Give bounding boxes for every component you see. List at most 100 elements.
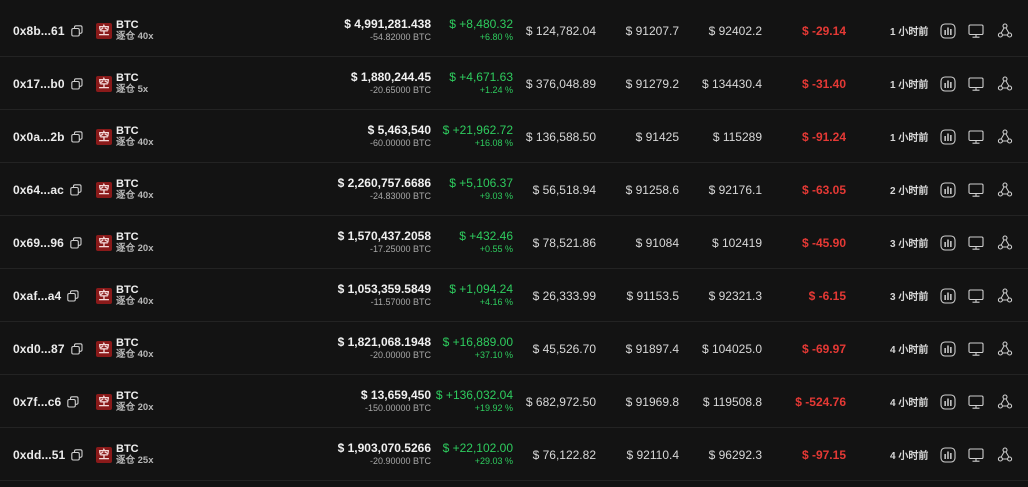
pnl-percentage: +19.92 % — [474, 402, 513, 413]
position-row: 0x64...ac 空 BTC 逐仓 40x $ 2,260,757.6686 … — [0, 163, 1028, 216]
share-icon[interactable] — [995, 4, 1015, 57]
coin-cell: 空 BTC 逐仓 40x — [96, 269, 216, 322]
coin-cell: 空 BTC 逐仓 20x — [96, 216, 216, 269]
entry-price: $ 91207.7 — [625, 23, 679, 38]
entry-price: $ 92110.4 — [626, 447, 680, 462]
position-value: $ 2,260,757.6686 — [337, 175, 431, 190]
share-icon[interactable] — [995, 216, 1015, 269]
funding-fee: $ -69.97 — [801, 341, 846, 356]
address-cell: 0xaf...a4 — [13, 269, 93, 322]
liquidation-price: $ 119508.8 — [702, 394, 762, 409]
liquidation-price: $ 96292.3 — [708, 447, 762, 462]
wallet-address-link[interactable]: 0x8b...61 — [13, 24, 65, 38]
positions-table: 0x8b...61 空 BTC 逐仓 40x $ 4,991,281.438 -… — [0, 0, 1028, 487]
position-value: $ 1,570,437.2058 — [337, 228, 431, 243]
copy-icon[interactable] — [70, 130, 83, 143]
position-value-cell: $ 1,903,070.5266 -20.90000 BTC — [231, 428, 431, 481]
funding-fee: $ -97.15 — [801, 447, 846, 462]
bar-chart-icon[interactable] — [938, 216, 958, 269]
monitor-icon[interactable] — [966, 163, 986, 216]
monitor-icon[interactable] — [966, 322, 986, 375]
monitor-icon[interactable] — [966, 216, 986, 269]
wallet-address-link[interactable]: 0x64...ac — [13, 183, 64, 197]
share-icon[interactable] — [995, 428, 1015, 481]
funding-fee: $ -31.40 — [801, 76, 846, 91]
bar-chart-icon[interactable] — [938, 110, 958, 163]
pnl-cell: $ +4,671.63 +1.24 % — [423, 57, 513, 110]
funding-fee: $ -29.14 — [801, 23, 846, 38]
position-size: -24.83000 BTC — [369, 190, 431, 201]
monitor-icon[interactable] — [966, 110, 986, 163]
bar-chart-icon[interactable] — [938, 375, 958, 428]
copy-icon[interactable] — [70, 342, 83, 355]
unrealized-pnl: $ +4,671.63 — [449, 69, 513, 84]
copy-icon[interactable] — [70, 236, 82, 249]
short-badge-icon: 空 — [96, 181, 112, 198]
funding-fee: $ -45.90 — [801, 235, 846, 250]
share-icon[interactable] — [995, 375, 1015, 428]
position-size: -20.90000 BTC — [369, 455, 431, 466]
share-icon[interactable] — [995, 322, 1015, 375]
coin-cell: 空 BTC 逐仓 25x — [96, 428, 216, 481]
pnl-percentage: +6.80 % — [479, 31, 513, 42]
unrealized-pnl: $ +136,032.04 — [435, 387, 513, 402]
monitor-icon[interactable] — [966, 57, 986, 110]
coin-cell: 空 BTC 逐仓 5x — [96, 57, 216, 110]
short-badge-icon: 空 — [96, 128, 112, 145]
open-time: 1 小时前 — [890, 27, 929, 38]
short-badge-icon: 空 — [96, 393, 112, 410]
copy-icon[interactable] — [70, 77, 83, 90]
wallet-address-link[interactable]: 0x69...96 — [13, 236, 64, 250]
position-size: -11.57000 BTC — [370, 296, 431, 307]
monitor-icon[interactable] — [966, 375, 986, 428]
position-row: 0x8b...61 空 BTC 逐仓 40x $ 4,991,281.438 -… — [0, 4, 1028, 57]
wallet-address-link[interactable]: 0xdd...51 — [13, 448, 65, 462]
bar-chart-icon[interactable] — [938, 428, 958, 481]
monitor-icon[interactable] — [966, 428, 986, 481]
coin-symbol: BTC — [116, 389, 139, 402]
short-badge-icon: 空 — [96, 75, 112, 92]
copy-icon[interactable] — [67, 289, 79, 302]
monitor-icon[interactable] — [966, 269, 986, 322]
bar-chart-icon[interactable] — [938, 163, 958, 216]
copy-icon[interactable] — [70, 24, 83, 37]
copy-icon[interactable] — [71, 448, 83, 461]
wallet-address-link[interactable]: 0xaf...a4 — [13, 289, 61, 303]
coin-symbol: BTC — [116, 336, 139, 349]
share-icon[interactable] — [995, 57, 1015, 110]
margin-mode-leverage: 逐仓 5x — [116, 83, 149, 95]
unrealized-pnl: $ +8,480.32 — [449, 16, 513, 31]
bar-chart-icon[interactable] — [938, 57, 958, 110]
coin-symbol: BTC — [116, 442, 139, 455]
funding-fee: $ -91.24 — [801, 129, 846, 144]
entry-price: $ 91258.6 — [625, 182, 679, 197]
monitor-icon[interactable] — [966, 4, 986, 57]
bar-chart-icon[interactable] — [938, 269, 958, 322]
coin-symbol: BTC — [116, 18, 139, 31]
share-icon[interactable] — [995, 163, 1015, 216]
address-cell: 0x8b...61 — [13, 4, 93, 57]
open-time: 3 小时前 — [890, 292, 929, 303]
position-row: 0x17...b0 空 BTC 逐仓 5x $ 1,880,244.45 -20… — [0, 57, 1028, 110]
bar-chart-icon[interactable] — [938, 322, 958, 375]
wallet-address-link[interactable]: 0x17...b0 — [13, 77, 65, 91]
pnl-cell: $ +5,106.37 +9.03 % — [423, 163, 513, 216]
share-icon[interactable] — [995, 110, 1015, 163]
funding-fee: $ -63.05 — [801, 182, 846, 197]
position-value: $ 1,880,244.45 — [350, 69, 431, 84]
copy-icon[interactable] — [70, 183, 82, 196]
short-badge-icon: 空 — [96, 22, 112, 39]
margin-value: $ 45,526.70 — [532, 341, 596, 356]
bar-chart-icon[interactable] — [938, 4, 958, 57]
share-icon[interactable] — [995, 269, 1015, 322]
wallet-address-link[interactable]: 0xd0...87 — [13, 342, 65, 356]
pnl-cell: $ +22,102.00 +29.03 % — [423, 428, 513, 481]
wallet-address-link[interactable]: 0x0a...2b — [13, 130, 65, 144]
margin-value: $ 376,048.89 — [525, 76, 596, 91]
short-badge-icon: 空 — [96, 287, 112, 304]
pnl-cell: $ +1,094.24 +4.16 % — [423, 269, 513, 322]
margin-mode-leverage: 逐仓 25x — [116, 454, 154, 466]
pnl-percentage: +4.16 % — [479, 296, 513, 307]
copy-icon[interactable] — [67, 395, 79, 408]
wallet-address-link[interactable]: 0x7f...c6 — [13, 395, 61, 409]
